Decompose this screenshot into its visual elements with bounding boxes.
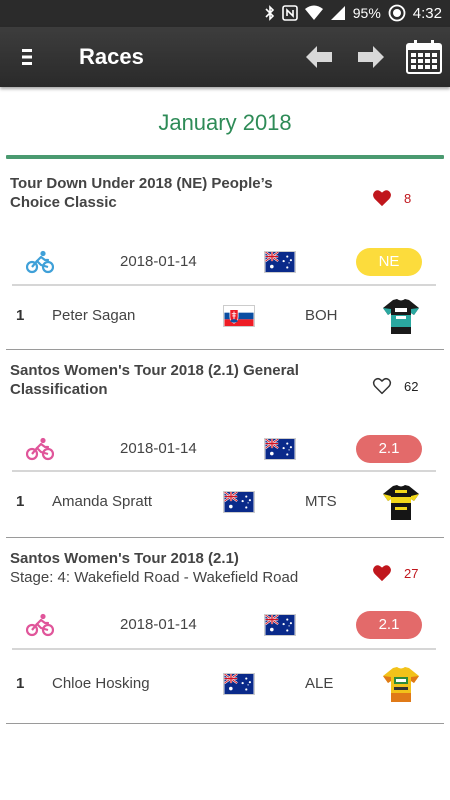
race-date: 2018-01-14 [120,253,197,270]
wifi-icon [304,5,323,21]
race-date: 2018-01-14 [120,440,197,457]
australia-flag [264,251,296,273]
signal-icon [330,5,346,21]
race-title-block: Santos Women's Tour 2018 (2.1) Stage: 4:… [10,549,340,587]
race-stage: Stage: 4: Wakefield Road - Wakefield Roa… [10,569,299,586]
result-row[interactable]: 1 Chloe Hosking ALE [6,661,444,707]
australia-flag [223,491,255,513]
category-badge[interactable]: 2.1 [356,435,422,463]
race-title: Santos Women's Tour 2018 (2.1) General C… [10,362,299,398]
battery-icon [388,4,406,22]
page-title: Races [79,44,144,69]
month-divider [6,155,444,159]
australia-flag [264,614,296,636]
rider-name: Amanda Spratt [52,493,153,510]
result-rank: 1 [16,493,25,510]
rider-name: Chloe Hosking [52,675,150,692]
result-row[interactable]: 1 Peter Sagan BOH [6,293,444,339]
month-heading: January 2018 [158,110,292,135]
bicycle-icon [26,250,54,274]
race-title: Santos Women's Tour 2018 (2.1) [10,550,239,567]
mitchelton-jersey [383,485,419,520]
result-rank: 1 [16,675,25,692]
app-bar: Races [0,27,450,87]
status-bar: 95% 4:32 [0,0,450,27]
category-badge[interactable]: 2.1 [356,611,422,639]
race-card[interactable]: Santos Women's Tour 2018 (2.1) Stage: 4:… [6,538,444,724]
like-button[interactable]: 27 [372,561,442,585]
bicycle-icon [26,613,54,637]
menu-icon[interactable] [14,45,42,69]
heart-outline-icon [372,377,392,395]
australia-flag [223,673,255,695]
like-button[interactable]: 8 [372,186,442,210]
team-code: MTS [305,493,337,510]
calendar-icon[interactable] [405,39,443,75]
category-badge[interactable]: NE [356,248,422,276]
bicycle-icon [26,437,54,461]
race-title: Tour Down Under 2018 (NE) People’s Choic… [10,175,273,211]
race-date: 2018-01-14 [120,616,197,633]
clock: 4:32 [412,4,442,22]
row-divider [12,470,436,472]
team-code: BOH [305,307,338,324]
row-divider [12,648,436,650]
result-rank: 1 [16,307,25,324]
race-info-row: 2018-01-14 NE [6,244,444,280]
like-button[interactable]: 62 [372,374,442,398]
result-row[interactable]: 1 Amanda Spratt MTS [6,479,444,525]
like-count: 27 [404,565,419,581]
bora-jersey [383,299,419,334]
race-card[interactable]: Santos Women's Tour 2018 (2.1) General C… [6,350,444,538]
slovakia-flag [223,305,255,327]
battery-percent: 95% [352,5,381,21]
like-count: 62 [404,378,419,394]
rider-name: Peter Sagan [52,307,136,324]
team-code: ALE [305,675,334,692]
arrow-left-icon[interactable] [302,41,336,73]
bluetooth-icon [265,5,275,21]
australia-flag [264,438,296,460]
ale-jersey [383,667,419,702]
like-count: 8 [404,190,412,206]
row-divider [12,284,436,286]
race-info-row: 2018-01-14 2.1 [6,607,444,643]
nfc-icon [281,5,298,21]
race-card[interactable]: Tour Down Under 2018 (NE) People’s Choic… [6,160,444,350]
race-info-row: 2018-01-14 2.1 [6,431,444,467]
arrow-right-icon[interactable] [354,41,388,73]
heart-filled-icon [372,564,392,582]
heart-filled-icon [372,189,392,207]
